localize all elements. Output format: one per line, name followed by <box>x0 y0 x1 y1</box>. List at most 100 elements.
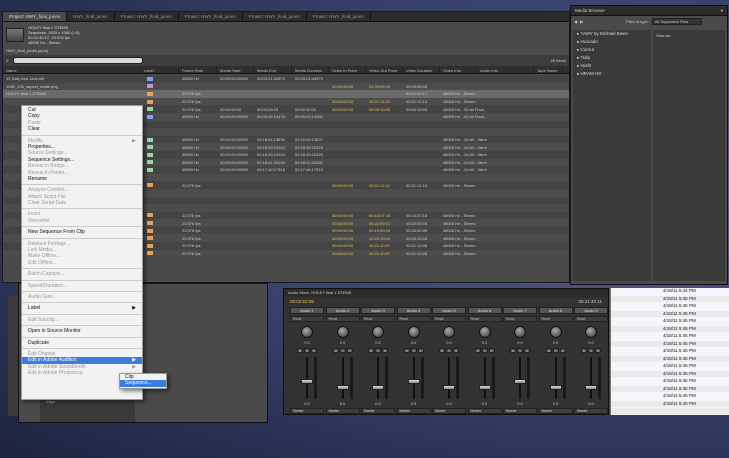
column-header[interactable]: Video Duration <box>403 66 440 73</box>
pan-knob[interactable] <box>478 326 491 338</box>
solo-button[interactable]: S <box>481 348 488 353</box>
output-select[interactable]: Master <box>538 408 573 414</box>
forward-icon[interactable]: ▶ <box>580 19 583 24</box>
automation-mode[interactable]: Read <box>396 316 431 322</box>
finder-row[interactable]: 4/18/11 5:45 PM <box>611 311 729 318</box>
finder-row[interactable]: 4/18/11 5:45 PM <box>611 333 729 341</box>
tree-item[interactable]: ▸ HRAM HD <box>573 70 651 78</box>
tree-item[interactable]: ▸ Avocado <box>573 38 651 46</box>
solo-button[interactable]: S <box>588 348 594 353</box>
record-button[interactable]: R <box>524 348 530 353</box>
automation-mode[interactable]: Read <box>361 316 395 322</box>
automation-mode[interactable]: Read <box>503 316 537 322</box>
solo-button[interactable]: S <box>517 348 523 353</box>
finder-row[interactable]: 4/18/11 5:45 PM <box>611 356 729 363</box>
volume-fader[interactable] <box>473 357 497 399</box>
tree-item[interactable]: ▸ Cornut <box>573 46 651 54</box>
column-header[interactable]: Tape Name <box>534 66 563 73</box>
table-row[interactable]: 13 Sally And Jack.aiff 48000 Hz 00:00:00:0… <box>3 75 569 83</box>
column-header[interactable]: Frame Rate <box>179 66 217 73</box>
solo-button[interactable]: S <box>339 348 346 353</box>
fader-handle[interactable] <box>407 379 420 384</box>
pan-knob[interactable] <box>514 326 526 338</box>
mute-button[interactable]: M <box>510 348 516 353</box>
table-row[interactable]: 1080_235_aspect_matte.png 00;00;00;00 01;0… <box>3 82 569 91</box>
mute-button[interactable]: M <box>297 348 303 353</box>
search-input[interactable] <box>12 57 143 64</box>
fader-handle[interactable] <box>514 379 526 384</box>
pan-knob[interactable] <box>336 326 349 338</box>
finder-row[interactable]: 4/18/11 5:45 PM <box>611 341 729 348</box>
volume-fader[interactable] <box>579 357 603 399</box>
output-select[interactable]: Master <box>396 408 431 414</box>
finder-row[interactable]: 4/18/11 5:45 PM <box>611 401 729 408</box>
volume-fader[interactable] <box>437 357 461 399</box>
fader-handle[interactable] <box>549 385 562 390</box>
mute-button[interactable]: M <box>545 348 552 353</box>
record-button[interactable]: R <box>453 348 459 353</box>
finder-row[interactable]: 4/18/11 5:45 PM <box>611 303 729 311</box>
volume-fader[interactable] <box>402 357 426 399</box>
finder-row[interactable]: 4/18/11 5:45 PM <box>611 378 729 386</box>
table-row[interactable]: HOLEY final ± STEMS 23.976 fps 00:21:40:17… <box>3 90 569 98</box>
record-button[interactable]: R <box>311 348 317 353</box>
record-button[interactable]: R <box>417 348 424 353</box>
output-select[interactable]: Master <box>290 408 324 414</box>
tree-item[interactable]: ▸ Tulip <box>573 54 651 62</box>
mute-button[interactable]: M <box>403 348 410 353</box>
fader-handle[interactable] <box>336 385 349 390</box>
mute-button[interactable]: M <box>332 348 339 353</box>
mute-button[interactable]: M <box>368 348 374 353</box>
column-header[interactable]: Video In Point <box>329 66 366 73</box>
output-select[interactable]: Master <box>325 408 360 414</box>
automation-mode[interactable]: Read <box>325 316 360 322</box>
tree-item[interactable]: ▸ YAMY by Michael Ewen <box>573 30 651 38</box>
tree-item[interactable]: ▸ misfit <box>573 62 651 70</box>
panel-menu-icon[interactable]: ▾ <box>721 8 723 13</box>
finder-row[interactable]: 4/18/11 5:45 PM <box>611 318 729 326</box>
finder-row[interactable]: 4/18/11 5:45 PM <box>611 348 729 356</box>
solo-button[interactable]: S <box>446 348 452 353</box>
column-header[interactable]: Video Out Point <box>366 66 403 73</box>
project-tab[interactable]: Project: HWY_final_junes <box>243 12 307 21</box>
project-tab[interactable]: Project: HWY_final_junes <box>115 12 179 21</box>
automation-mode[interactable]: Read <box>467 316 502 322</box>
back-icon[interactable]: ◀ <box>574 19 577 24</box>
project-tab[interactable]: Project: HWY_final_junes <box>3 12 68 21</box>
output-select[interactable]: Master <box>432 408 466 414</box>
project-tab[interactable]: HWY_final_junes <box>67 12 115 21</box>
volume-fader[interactable] <box>508 357 532 399</box>
mute-button[interactable]: M <box>474 348 481 353</box>
solo-button[interactable]: S <box>304 348 310 353</box>
output-select[interactable]: Master <box>503 408 537 414</box>
project-tab[interactable]: Project: HWY_final_junes <box>307 12 371 21</box>
solo-button[interactable]: S <box>375 348 381 353</box>
column-header[interactable]: Media Duration <box>292 66 329 73</box>
mute-button[interactable]: M <box>439 348 445 353</box>
automation-mode[interactable]: Read <box>574 316 608 322</box>
project-tab[interactable]: Project: HWY_final_junes <box>179 12 243 21</box>
record-button[interactable]: R <box>595 348 601 353</box>
fader-handle[interactable] <box>372 385 384 390</box>
automation-mode[interactable]: Read <box>538 316 573 322</box>
finder-row[interactable]: 4/18/11 5:45 PM <box>611 326 729 333</box>
output-select[interactable]: Master <box>361 408 395 414</box>
volume-fader[interactable] <box>331 357 355 399</box>
column-header[interactable]: Audio Info <box>477 66 534 73</box>
files-of-type-dropdown[interactable]: All Supported Files <box>651 17 702 25</box>
finder-row[interactable]: 4/18/11 5:44 PM <box>611 288 729 296</box>
volume-fader[interactable] <box>544 357 568 399</box>
column-header[interactable]: Name <box>3 66 141 73</box>
finder-row[interactable]: 4/18/11 5:45 PM <box>611 363 729 371</box>
record-button[interactable]: R <box>382 348 388 353</box>
pan-knob[interactable] <box>407 326 420 338</box>
solo-button[interactable]: S <box>410 348 417 353</box>
fader-handle[interactable] <box>443 385 455 390</box>
submenu-item[interactable]: Sequence... <box>120 380 166 387</box>
pan-knob[interactable] <box>443 326 455 338</box>
automation-mode[interactable]: Read <box>290 316 324 322</box>
pan-knob[interactable] <box>585 326 597 338</box>
audio-mixer-tab[interactable]: Audio Mixer: HOLEY final ± STEMS <box>284 289 608 297</box>
pan-knob[interactable] <box>549 326 562 338</box>
finder-row[interactable]: 4/18/11 5:45 PM <box>611 296 729 303</box>
